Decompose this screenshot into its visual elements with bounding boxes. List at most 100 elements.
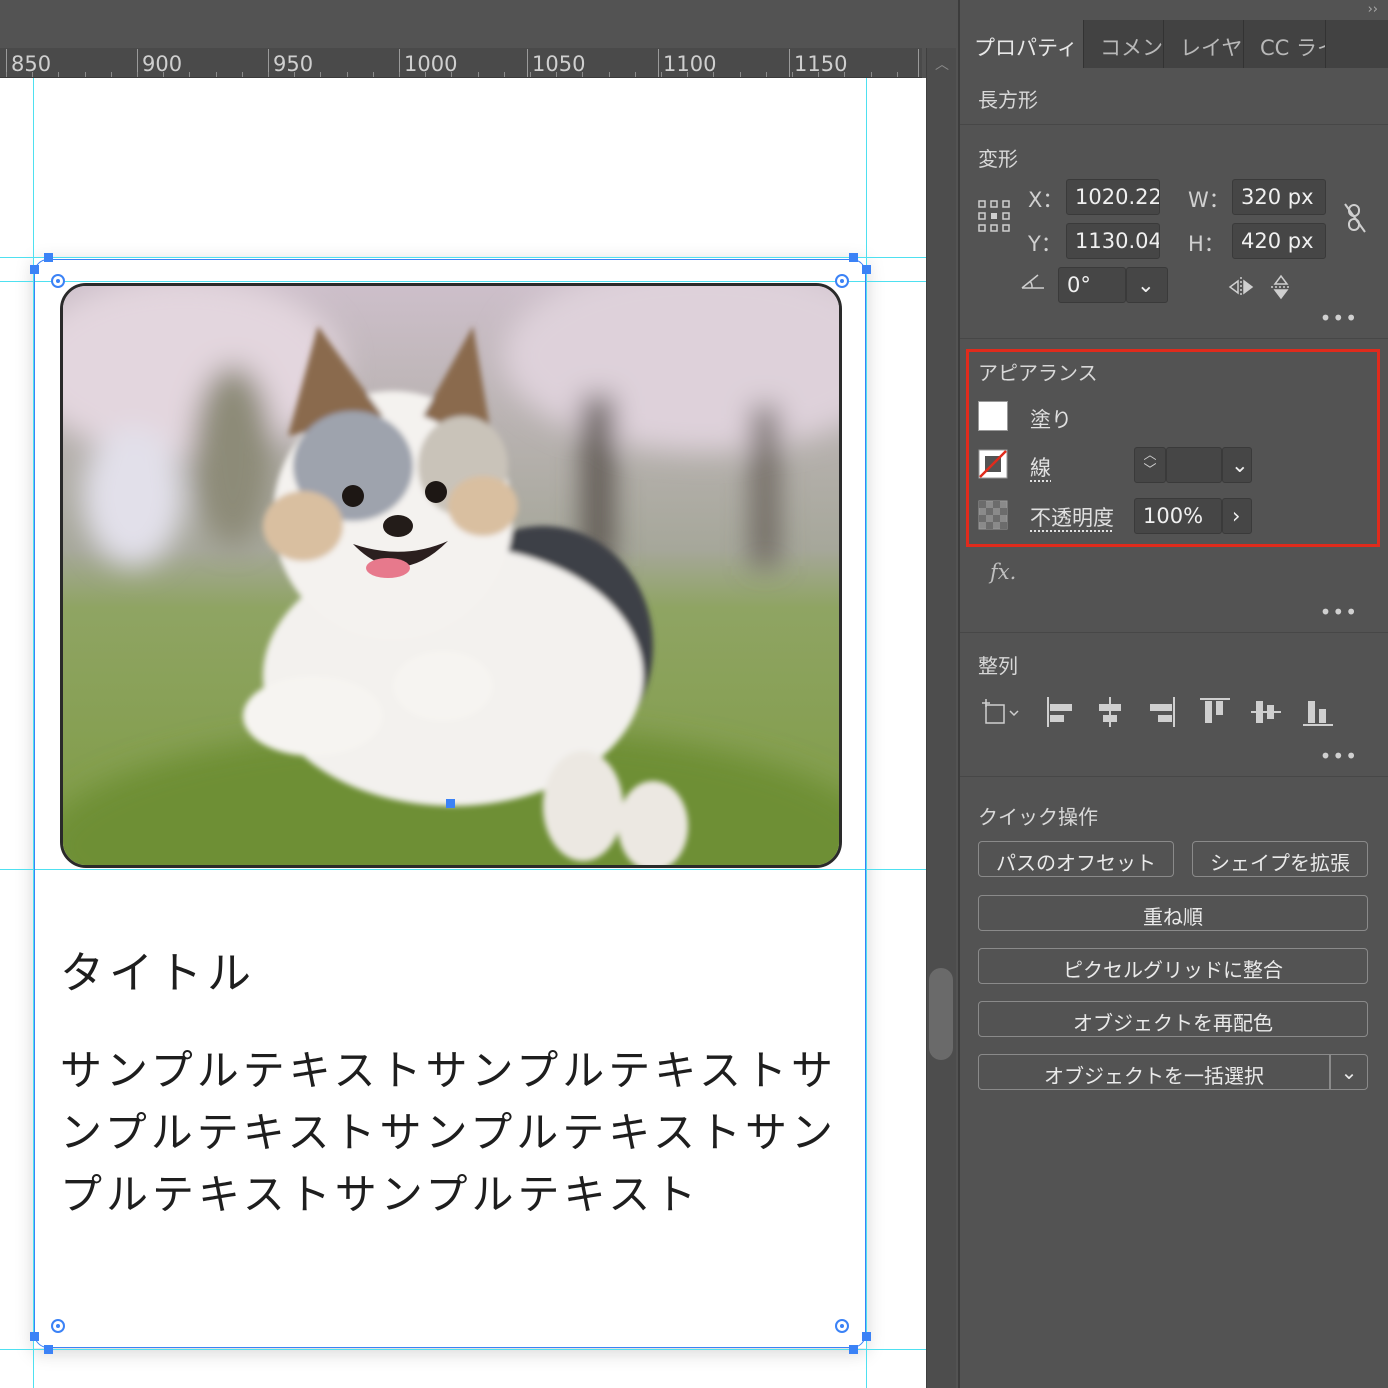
tab-layers[interactable]: レイヤー [1166, 20, 1244, 68]
ruler-minor-tick [871, 72, 872, 77]
ruler-minor-tick [216, 72, 217, 77]
resize-handle[interactable] [30, 265, 39, 274]
align-right-icon[interactable] [1150, 697, 1175, 727]
corner-radius-widget[interactable] [835, 274, 849, 288]
ruler-minor-tick [399, 72, 400, 77]
ruler-minor-tick [242, 72, 243, 77]
opacity-checker-icon[interactable] [978, 500, 1008, 530]
ruler-minor-tick [582, 72, 583, 77]
align-vertical-center-icon[interactable] [1251, 701, 1281, 723]
card-body-text[interactable]: サンプルテキストサンプルテキストサンプルテキストサンプルテキストサンプルテキスト… [60, 1040, 850, 1226]
resize-handle[interactable] [862, 265, 871, 274]
canvas-area[interactable]: 850 900 950 1000 1050 1100 1150 タイトル サンプ… [0, 0, 926, 1388]
guide-horizontal[interactable] [0, 1349, 926, 1350]
ruler-minor-tick [844, 72, 845, 77]
resize-handle[interactable] [849, 1345, 858, 1354]
fx-effects-icon[interactable]: fx. [990, 560, 1016, 584]
divider [960, 776, 1388, 777]
ruler-minor-tick [373, 72, 374, 77]
align-to-selection-icon[interactable] [982, 699, 1019, 724]
appearance-title: アピアランス [978, 361, 1098, 385]
tab-cc-libraries[interactable]: CC ライブラリ [1246, 20, 1326, 68]
tab-properties[interactable]: プロパティ [960, 20, 1084, 68]
tab-comments[interactable]: コメント [1086, 20, 1164, 68]
expand-shape-button[interactable]: シェイプを拡張 [1192, 841, 1368, 877]
ruler-minor-tick [268, 72, 269, 77]
ruler-minor-tick [609, 72, 610, 77]
guide-horizontal[interactable] [0, 257, 926, 258]
ruler-minor-tick [713, 72, 714, 77]
ruler-minor-tick [556, 72, 557, 77]
align-horizontal-center-icon[interactable] [1099, 697, 1121, 727]
ruler-minor-tick [6, 72, 7, 77]
flip-horizontal-icon[interactable] [1228, 276, 1254, 298]
arrange-button[interactable]: 重ね順 [978, 895, 1368, 931]
ruler-tick [918, 49, 919, 77]
w-label: W： [1188, 188, 1230, 212]
y-label: Y： [1028, 232, 1062, 256]
ruler-minor-tick [897, 72, 898, 77]
align-top-icon[interactable] [1200, 698, 1230, 723]
properties-panel: ›› プロパティ コメント レイヤー CC ライブラリ 長方形 変形 X： 10… [958, 0, 1388, 1388]
chevron-right-icon: › [1232, 504, 1241, 528]
ruler-tick [789, 49, 790, 77]
stroke-weight-dropdown[interactable]: ⌄ [1222, 447, 1252, 483]
constrain-proportions-icon[interactable] [1342, 202, 1368, 234]
offset-path-button[interactable]: パスのオフセット [978, 841, 1174, 877]
ruler-minor-tick [425, 72, 426, 77]
rotation-field[interactable]: 0° [1058, 267, 1126, 303]
h-label: H： [1188, 232, 1225, 256]
scroll-up-arrow-icon[interactable]: ︿ [932, 54, 952, 74]
stroke-none-swatch-icon[interactable] [978, 449, 1008, 479]
appearance-more-options-icon[interactable]: ••• [1320, 600, 1358, 624]
scroll-thumb[interactable] [929, 968, 953, 1060]
resize-handle[interactable] [30, 1332, 39, 1341]
fill-swatch[interactable] [978, 401, 1008, 431]
stroke-label[interactable]: 線 [1030, 452, 1051, 482]
height-field[interactable]: 420 px [1232, 223, 1326, 259]
select-same-dropdown[interactable]: ⌄ [1330, 1054, 1368, 1090]
fill-label[interactable]: 塗り [1030, 404, 1072, 434]
ruler-minor-tick [294, 72, 295, 77]
transform-more-options-icon[interactable]: ••• [1320, 306, 1358, 330]
corner-radius-widget[interactable] [51, 1319, 65, 1333]
ruler-minor-tick [189, 72, 190, 77]
horizontal-ruler[interactable]: 850 900 950 1000 1050 1100 1150 [0, 48, 922, 78]
align-more-options-icon[interactable]: ••• [1320, 744, 1358, 768]
collapse-panel-icon[interactable]: ›› [1368, 2, 1378, 17]
stroke-weight-stepper[interactable]: ︿ ﹀ [1134, 447, 1166, 483]
x-position-field[interactable]: 1020.22 [1066, 179, 1160, 215]
align-toolbar [982, 697, 1333, 727]
ruler-label: 1100 [663, 52, 717, 76]
flip-vertical-icon[interactable] [1270, 274, 1292, 300]
guide-vertical[interactable] [866, 78, 867, 1388]
width-field[interactable]: 320 px [1232, 179, 1326, 215]
opacity-label[interactable]: 不透明度 [1030, 502, 1114, 532]
resize-handle[interactable] [862, 1332, 871, 1341]
ruler-minor-tick [766, 72, 767, 77]
stroke-weight-field[interactable] [1166, 447, 1222, 483]
align-left-icon[interactable] [1047, 697, 1072, 727]
vertical-scrollbar[interactable]: ︿ [926, 48, 956, 1388]
resize-handle[interactable] [849, 253, 858, 262]
center-point-handle[interactable] [446, 799, 455, 808]
select-same-button[interactable]: オブジェクトを一括選択 [978, 1054, 1330, 1090]
corner-radius-widget[interactable] [51, 274, 65, 288]
opacity-expand-button[interactable]: › [1222, 498, 1252, 534]
card-title-text[interactable]: タイトル [60, 937, 256, 1001]
ruler-minor-tick [661, 72, 662, 77]
recolor-artwork-button[interactable]: オブジェクトを再配色 [978, 1001, 1368, 1037]
opacity-field[interactable]: 100% [1134, 498, 1222, 534]
align-bottom-icon[interactable] [1303, 701, 1333, 726]
ruler-minor-tick [163, 72, 164, 77]
reference-point-icon[interactable] [978, 200, 1010, 232]
resize-handle[interactable] [44, 253, 53, 262]
rotation-dropdown[interactable]: ⌄ [1126, 267, 1168, 303]
align-to-pixel-grid-button[interactable]: ピクセルグリッドに整合 [978, 948, 1368, 984]
divider [960, 632, 1388, 633]
corner-radius-widget[interactable] [835, 1319, 849, 1333]
divider [960, 338, 1388, 339]
y-position-field[interactable]: 1130.04 [1066, 223, 1160, 259]
resize-handle[interactable] [44, 1345, 53, 1354]
object-type-label: 長方形 [978, 88, 1038, 112]
